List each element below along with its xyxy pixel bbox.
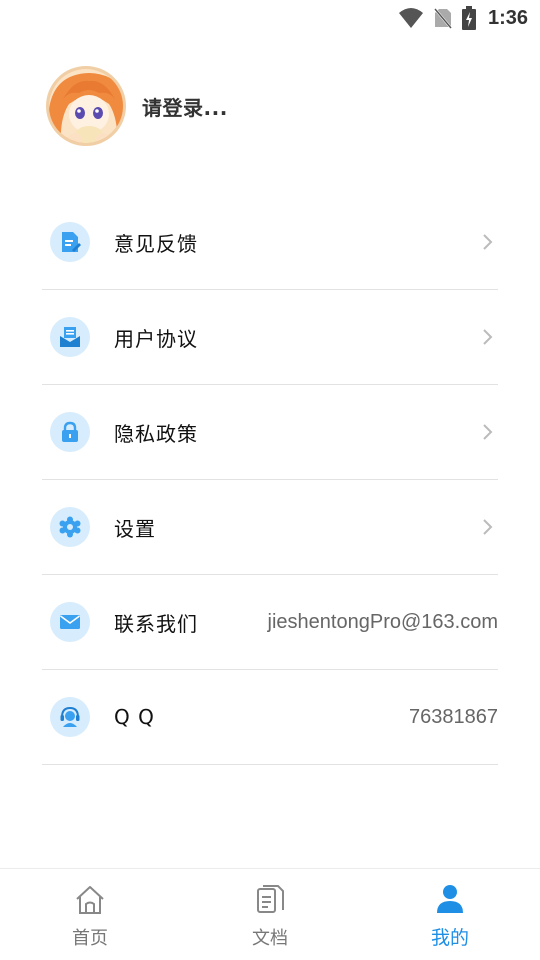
- wifi-icon: [398, 7, 424, 29]
- headset-support-icon: [50, 697, 90, 737]
- nav-item-mine[interactable]: 我的: [360, 869, 540, 960]
- nav-item-documents[interactable]: 文档: [180, 869, 360, 960]
- contact-email[interactable]: jieshentongPro@163.com: [268, 611, 498, 634]
- nav-label: 文档: [252, 927, 288, 949]
- menu-item-label: 设置: [114, 516, 156, 541]
- chevron-right-icon: [482, 233, 494, 251]
- settings-menu: 意见反馈 用户协议 隐私政策 设置 联系我们 jieshentongPro@16…: [42, 195, 498, 765]
- qq-number[interactable]: 76381867: [409, 706, 498, 729]
- chevron-right-icon: [482, 328, 494, 346]
- documents-icon: [254, 884, 286, 920]
- menu-item-contact-us[interactable]: 联系我们 jieshentongPro@163.com: [42, 575, 498, 670]
- mail-icon: [50, 602, 90, 642]
- menu-item-settings[interactable]: 设置: [42, 480, 498, 575]
- home-icon: [74, 884, 106, 920]
- status-bar: 1:36: [0, 0, 540, 36]
- battery-charging-icon: [461, 6, 476, 30]
- nav-label: 我的: [430, 927, 469, 949]
- chevron-right-icon: [482, 518, 494, 536]
- person-icon: [434, 883, 466, 919]
- chevron-right-icon: [482, 423, 494, 441]
- menu-item-feedback[interactable]: 意见反馈: [42, 195, 498, 290]
- menu-item-user-agreement[interactable]: 用户协议: [42, 290, 498, 385]
- gear-icon: [50, 507, 90, 547]
- profile-header[interactable]: 请登录...: [46, 66, 228, 146]
- lock-icon: [50, 412, 90, 452]
- menu-item-label: 隐私政策: [114, 421, 198, 446]
- menu-item-label: 用户协议: [114, 326, 198, 351]
- login-prompt[interactable]: 请登录...: [142, 92, 228, 121]
- clock: 1:36: [487, 6, 528, 29]
- user-agreement-icon: [50, 317, 90, 357]
- nav-item-home[interactable]: 首页: [0, 869, 180, 960]
- menu-item-label: Q Q: [114, 705, 155, 729]
- nav-label: 首页: [72, 927, 108, 949]
- feedback-document-icon: [50, 222, 90, 262]
- menu-item-label: 联系我们: [114, 611, 198, 636]
- menu-item-privacy-policy[interactable]: 隐私政策: [42, 385, 498, 480]
- menu-item-qq[interactable]: Q Q 76381867: [42, 670, 498, 765]
- anime-girl-avatar: [49, 69, 123, 143]
- menu-item-label: 意见反馈: [114, 231, 198, 256]
- avatar[interactable]: [46, 66, 126, 146]
- no-sim-icon: [434, 7, 452, 29]
- bottom-nav: 首页 文档 我的: [0, 868, 540, 960]
